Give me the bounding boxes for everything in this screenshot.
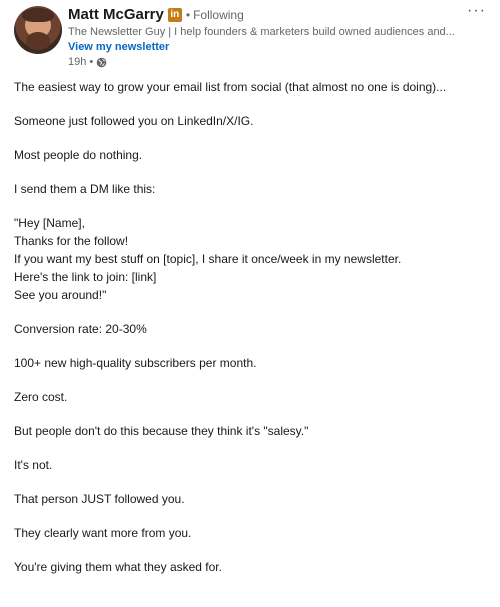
avatar-hair	[22, 8, 54, 22]
post-paragraph: But people don't do this because they th…	[14, 424, 309, 438]
post-paragraph: Most people do nothing.	[14, 148, 143, 162]
view-newsletter-link[interactable]: View my newsletter	[68, 40, 462, 54]
post-time: 19h	[68, 56, 87, 68]
dm-template-line: Thanks for the follow!	[14, 234, 129, 248]
post-paragraph: 100+ new high-quality subscribers per mo…	[14, 356, 257, 370]
author-meta: Matt McGarry in • Following The Newslett…	[68, 5, 462, 69]
globe-icon	[96, 57, 107, 67]
post-paragraph: I send them a DM like this:	[14, 182, 156, 196]
post-paragraph: Conversion rate: 20-30%	[14, 322, 147, 336]
post-paragraph: The easiest way to grow your email list …	[14, 80, 447, 94]
name-row: Matt McGarry in • Following	[68, 5, 462, 24]
linkedin-premium-icon: in	[167, 7, 182, 22]
post-paragraph: It's not.	[14, 458, 53, 472]
dm-template-line: "Hey [Name],	[14, 216, 85, 230]
dm-template-line: See you around!"	[14, 288, 107, 302]
more-options-icon[interactable]: ···	[467, 3, 486, 19]
post-paragraph: They clearly want more from you.	[14, 526, 192, 540]
post-paragraph: Zero cost.	[14, 390, 68, 404]
post-timestamp-row: 19h •	[68, 55, 462, 69]
author-avatar[interactable]	[14, 6, 62, 54]
avatar-beard	[26, 32, 50, 50]
dm-template-line: Here's the link to join: [link]	[14, 270, 157, 284]
separator-dot: •	[185, 7, 191, 22]
post-paragraph: Someone just followed you on LinkedIn/X/…	[14, 114, 254, 128]
author-name[interactable]: Matt McGarry	[68, 6, 164, 23]
author-headline: The Newsletter Guy | I help founders & m…	[68, 26, 455, 38]
dm-template-block: "Hey [Name], Thanks for the follow! If y…	[14, 214, 490, 304]
post-paragraph: You're giving them what they asked for.	[14, 560, 222, 574]
following-status: Following	[193, 7, 244, 22]
dm-template-line: If you want my best stuff on [topic], I …	[14, 252, 402, 266]
separator-dot: •	[89, 56, 94, 68]
post-body: The easiest way to grow your email list …	[14, 78, 490, 592]
post-header: Matt McGarry in • Following The Newslett…	[12, 3, 488, 69]
feed-post: Matt McGarry in • Following The Newslett…	[0, 0, 500, 607]
post-paragraph: That person JUST followed you.	[14, 492, 185, 506]
